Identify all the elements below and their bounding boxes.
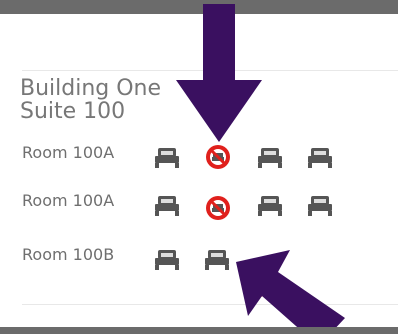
status-dot [258, 292, 263, 297]
no-entry-icon [204, 194, 232, 222]
no-entry-icon [204, 143, 232, 171]
bed-icon[interactable] [153, 247, 181, 271]
room-label: Room 100A [22, 191, 115, 210]
section-divider [22, 304, 398, 305]
bed-icon[interactable] [203, 247, 231, 271]
top-frame-bar [0, 0, 398, 14]
bottom-frame-bar [0, 327, 398, 334]
building-title: Building One Suite 100 [20, 77, 161, 123]
bed-icon[interactable] [306, 145, 334, 169]
bed-icon[interactable] [153, 145, 181, 169]
room-label: Room 100B [22, 245, 115, 264]
room-row: Room 100A [0, 191, 398, 221]
bed-icon[interactable] [256, 145, 284, 169]
bed-icon[interactable] [256, 193, 284, 217]
suite-name: Suite 100 [20, 99, 126, 124]
bed-icon[interactable] [153, 193, 181, 217]
room-label: Room 100A [22, 143, 115, 162]
room-row: Room 100B [0, 245, 398, 275]
building-name: Building One [20, 76, 162, 101]
section-divider [22, 70, 398, 71]
arrow-icon [176, 4, 262, 142]
bed-icon[interactable] [306, 193, 334, 217]
room-row: Room 100A [0, 143, 398, 173]
